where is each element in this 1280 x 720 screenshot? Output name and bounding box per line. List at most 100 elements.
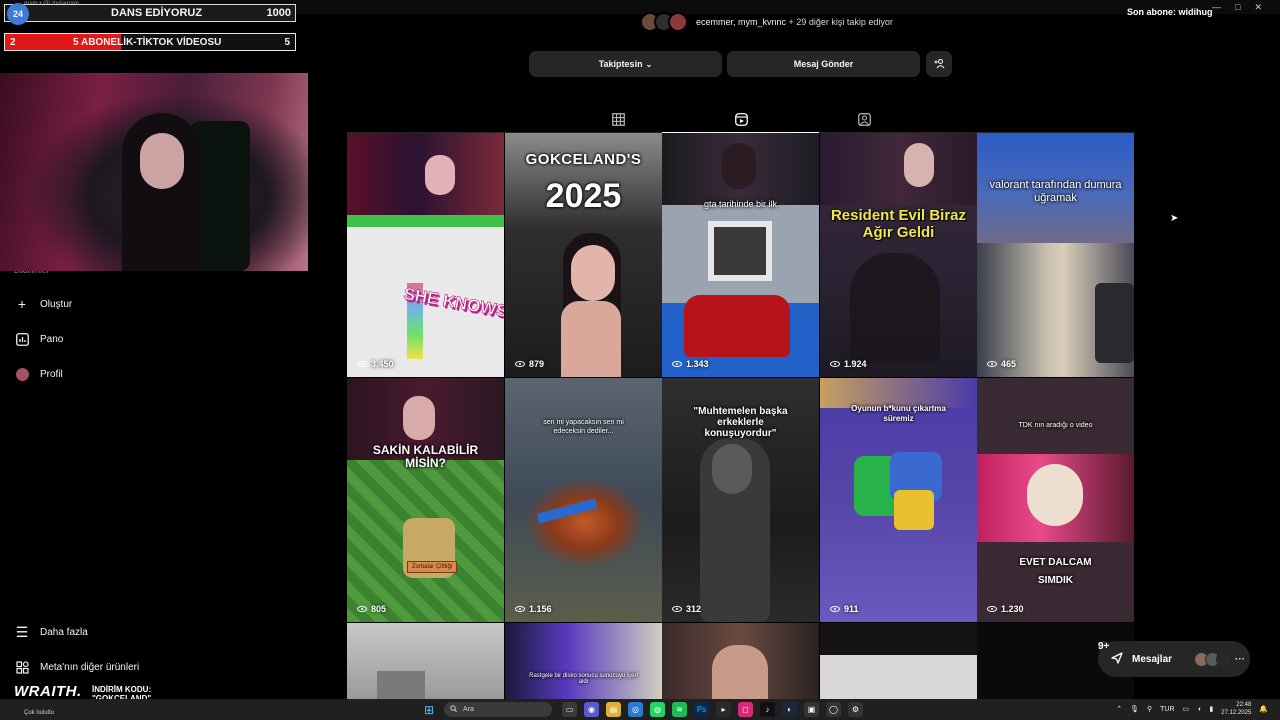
steam-icon[interactable]: ◐ [782, 702, 797, 717]
view-count: 465 [1001, 359, 1017, 369]
reel-tile[interactable]: Rastgele bir disko sonucu sunucuyu içeri… [505, 623, 662, 699]
sidebar-item-more[interactable]: ☰ Daha fazla [14, 624, 88, 640]
sidebar-item-label: Meta'nın diğer ürünleri [40, 661, 140, 673]
view-count: 1.924 [844, 359, 867, 369]
file-explorer-icon[interactable]: ▤ [606, 702, 621, 717]
minimize-icon[interactable]: — [1212, 2, 1221, 12]
battery-icon[interactable]: ▮ [1209, 705, 1213, 713]
maximize-icon[interactable]: □ [1235, 2, 1240, 12]
eye-icon [830, 361, 840, 367]
followed-by-rest: + 29 diğer kişi takip ediyor [788, 17, 893, 27]
adobe-icon[interactable]: ▸ [716, 702, 731, 717]
reel-tile[interactable]: "Muhtemelen başka erkeklerle konuşuyordu… [662, 378, 819, 622]
stream-goal-bar: 24 DANS EDİYORUZ 1000 [4, 3, 296, 25]
view-count: 879 [529, 359, 545, 369]
sidebar-item-label: Oluştur [40, 298, 73, 310]
sidebar-item-label: Pano [40, 333, 64, 345]
microphone-icon[interactable]: 🎙 [1130, 705, 1139, 713]
follower-avatars [640, 12, 688, 32]
reel-tile[interactable]: SHE KNOWS 3.450 [347, 133, 504, 377]
messages-label: Mesajlar [1132, 653, 1173, 665]
network-icon[interactable]: ▭ [1183, 705, 1190, 713]
farm-sign: Zorbalar Çiftliği [407, 561, 457, 573]
volume-icon[interactable]: ◖ [1197, 706, 1201, 713]
sidebar-item-label: Daha fazla [40, 626, 88, 638]
send-message-button[interactable]: Mesaj Gönder [727, 51, 920, 77]
whatsapp-icon[interactable]: ◍ [650, 702, 665, 717]
photoshop-icon[interactable]: Ps [694, 702, 709, 717]
view-count: 3.450 [371, 359, 394, 369]
search-placeholder: Ara [463, 706, 474, 713]
chevron-up-icon[interactable]: ⌃ [1116, 705, 1122, 713]
goal-target: 5 [284, 37, 290, 48]
tab-tagged[interactable] [856, 111, 872, 127]
unread-badge: 9+ [1098, 641, 1110, 652]
recent-chat-avatars [1194, 651, 1232, 667]
reel-tile[interactable]: valorant tarafından dumura uğramak 465 [977, 133, 1134, 377]
promo-line: İNDİRİM KODU: [92, 685, 152, 694]
reel-tile[interactable] [347, 623, 504, 699]
weather-widget[interactable]: Çok bulutlu [24, 710, 54, 716]
pin-icon[interactable]: ⚲ [1147, 705, 1152, 713]
reel-caption: Resident Evil Biraz Ağır Geldi [830, 207, 967, 241]
tiktok-icon[interactable]: ♪ [760, 702, 775, 717]
task-view-icon[interactable]: ▭ [562, 702, 577, 717]
avatar [1216, 651, 1232, 667]
tab-reels[interactable] [733, 111, 749, 127]
messenger-icon [1110, 651, 1124, 668]
chat-app-icon[interactable]: ◉ [584, 702, 599, 717]
suggest-user-button[interactable] [926, 51, 952, 77]
taskbar-search[interactable]: Ara [444, 702, 552, 717]
tab-posts[interactable] [610, 111, 626, 127]
sidebar-item-profile[interactable]: Profil [14, 366, 63, 382]
language-indicator[interactable]: TUR [1160, 706, 1174, 713]
apps-icon [14, 659, 30, 675]
webcam-overlay [0, 73, 308, 271]
clock[interactable]: 22:48 27.12.2025 [1221, 701, 1251, 717]
reel-tile[interactable]: gta tarihinde bir ilk 1.343 [662, 133, 819, 377]
reel-tile[interactable]: Zorbalar Çiftliği SAKİN KALABİLİR MİSİN?… [347, 378, 504, 622]
app-icon[interactable]: ▣ [804, 702, 819, 717]
sponsor-logo: WRAITH. [14, 683, 82, 700]
reel-tile[interactable] [820, 623, 977, 699]
subscriber-goal-bar: 2 5 ABONELİK-TİKTOK VİDEOSU 5 [4, 33, 296, 51]
sidebar-item-create[interactable]: + Oluştur [14, 296, 72, 312]
app-icon[interactable]: ⚙ [848, 702, 863, 717]
following-label: Takiptesin [598, 59, 643, 69]
reel-views: 312 [672, 604, 701, 614]
instagram-icon[interactable]: ◻ [738, 702, 753, 717]
notification-icon[interactable]: 🔔 [1259, 705, 1268, 713]
reel-tile[interactable]: TDK nın aradığı o video EVET DALCAM SIMD… [977, 378, 1134, 622]
more-icon: ··· [1235, 653, 1246, 665]
windows-start-icon[interactable]: ⊞ [424, 703, 434, 717]
reel-tile[interactable]: Oyunun b*kunu çıkartma süremiz 911 [820, 378, 977, 622]
messages-pill[interactable]: Mesajlar ··· [1098, 641, 1250, 677]
close-icon[interactable]: ✕ [1254, 2, 1262, 13]
view-count: 312 [686, 604, 702, 614]
reel-tile[interactable]: sen mi yapacaksın sen mi edeceksin dedil… [505, 378, 662, 622]
app-icon[interactable]: ◯ [826, 702, 841, 717]
following-button[interactable]: Takiptesin ⌄ [529, 51, 722, 77]
reel-views: 1.343 [672, 359, 709, 369]
reels-icon [734, 112, 748, 126]
reel-caption: Oyunun b*kunu çıkartma süremiz [851, 404, 946, 423]
followed-by[interactable]: ecemmer, mym_kvnnc + 29 diğer kişi takip… [640, 12, 893, 32]
reel-views: 1.230 [987, 604, 1024, 614]
mouse-cursor-icon: ➤ [1170, 213, 1179, 224]
reel-tile[interactable]: Resident Evil Biraz Ağır Geldi 1.924 [820, 133, 977, 377]
avatar [668, 12, 688, 32]
goal-label: 5 ABONELİK-TİKTOK VİDEOSU [73, 37, 222, 48]
search-icon [450, 705, 457, 714]
reel-tile[interactable] [662, 623, 819, 699]
taskbar-apps: ▭ ◉ ▤ ◎ ◍ ≋ Ps ▸ ◻ ♪ ◐ ▣ ◯ ⚙ [562, 702, 863, 717]
goal-label: DANS EDİYORUZ [111, 7, 203, 19]
spotify-icon[interactable]: ≋ [672, 702, 687, 717]
sidebar-item-dashboard[interactable]: Pano [14, 331, 63, 347]
sidebar-item-label: Profil [40, 368, 63, 380]
reel-year: 2025 [545, 177, 622, 215]
browser-icon[interactable]: ◎ [628, 702, 643, 717]
reel-caption: sen mi yapacaksın sen mi edeceksin dedil… [543, 419, 624, 435]
sidebar-item-meta-products[interactable]: Meta'nın diğer ürünleri [14, 659, 139, 675]
reel-tile[interactable]: GOKCELAND'S 2025 879 [505, 133, 662, 377]
eye-icon [515, 361, 525, 367]
